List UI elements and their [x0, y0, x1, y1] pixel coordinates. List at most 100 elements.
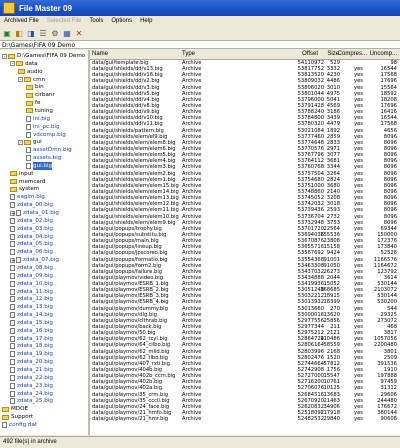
- tree-item[interactable]: - gui: [18, 138, 42, 146]
- folder-tree[interactable]: - D:\Games\FIFA 09 Demo - data audio - cmn bin c…: [0, 50, 90, 435]
- tree-item[interactable]: gui.big: [26, 161, 53, 170]
- file-type: Archive: [182, 416, 202, 423]
- expand-toggle-icon[interactable]: -: [18, 77, 23, 83]
- settings-icon[interactable]: ⚙: [50, 28, 60, 38]
- tree-item[interactable]: clrbanr: [26, 91, 55, 99]
- tree-item[interactable]: + zdata_07.big: [10, 256, 59, 264]
- tree-item[interactable]: zdata_25.big: [10, 397, 53, 405]
- tree-item[interactable]: zdata_13.big: [10, 303, 53, 311]
- col-header-compressed[interactable]: Compres...: [338, 51, 367, 57]
- toolbar: ▣ ◧ ◨ ☰ ⚙ ▦ ✕: [0, 27, 400, 39]
- file-icon: [10, 194, 15, 201]
- col-header-offset[interactable]: Offset: [302, 51, 318, 57]
- tree-item[interactable]: memcard: [10, 178, 46, 186]
- tree-item-label: Support: [11, 414, 34, 421]
- col-header-type[interactable]: Type: [182, 51, 195, 57]
- tree-item[interactable]: input: [10, 170, 33, 178]
- file-icon: [10, 249, 15, 256]
- delete-icon[interactable]: ✕: [74, 28, 84, 38]
- folder-icon: [2, 414, 9, 420]
- file-icon: [26, 131, 31, 138]
- expand-toggle-icon[interactable]: +: [10, 210, 15, 216]
- col-header-name[interactable]: Name: [92, 51, 108, 57]
- tree-item[interactable]: zdata_03.big: [10, 225, 53, 233]
- add-files-icon[interactable]: ◨: [26, 28, 36, 38]
- tree-item[interactable]: assets.big: [26, 154, 61, 162]
- tree-item[interactable]: zdata_08.big: [10, 264, 53, 272]
- tree-item[interactable]: config.dat: [2, 421, 37, 429]
- tree-item[interactable]: zdata_20.big: [10, 358, 53, 366]
- expand-toggle-icon[interactable]: -: [18, 139, 23, 145]
- tree-item[interactable]: zdata_10.big: [10, 280, 53, 288]
- menu-help[interactable]: Help: [136, 18, 156, 24]
- tree-item[interactable]: + zdata_01.big: [10, 209, 59, 217]
- tree-item[interactable]: Support: [2, 413, 33, 421]
- file-icon: [10, 241, 15, 248]
- tree-item[interactable]: - cmn: [18, 76, 45, 84]
- tree-item[interactable]: zdata_14.big: [10, 311, 53, 319]
- tree-item[interactable]: vdcomp.big: [26, 131, 66, 139]
- tree-item[interactable]: - D:\Games\FIFA 09 Demo: [2, 52, 85, 60]
- col-header-uncompressed[interactable]: Uncomp...: [370, 51, 397, 57]
- tree-item[interactable]: zdata_09.big: [10, 272, 53, 280]
- tree-item-label: D:\Games\FIFA 09 Demo: [17, 53, 86, 59]
- tree-item[interactable]: fe: [26, 99, 40, 107]
- tree-item[interactable]: zdata_15.big: [10, 319, 53, 327]
- menu-tools[interactable]: Tools: [85, 18, 107, 24]
- extract-icon[interactable]: ◧: [14, 28, 24, 38]
- grid-icon[interactable]: ▦: [62, 28, 72, 38]
- tree-item[interactable]: zdata_06.big: [10, 248, 53, 256]
- menu-archived-file[interactable]: Archived File: [0, 18, 43, 24]
- tree-item[interactable]: MDOE: [2, 405, 28, 413]
- tree-item[interactable]: zdata_19.big: [10, 350, 53, 358]
- tree-item[interactable]: ini_pc.big: [26, 123, 60, 131]
- tree-item-label: zdata_20.big: [17, 359, 53, 366]
- window-title: File Master 09: [19, 3, 72, 13]
- tree-item[interactable]: tuning: [26, 107, 53, 115]
- list-header: Name Type Offset Size Compres... Uncomp.…: [90, 50, 400, 60]
- tree-item[interactable]: zdata_24.big: [10, 390, 53, 398]
- tree-item[interactable]: eaglm.big: [10, 193, 45, 201]
- tree-item[interactable]: system: [10, 185, 39, 193]
- tree-item[interactable]: zdata_02.big: [10, 217, 53, 225]
- tree-item-label: clrbanr: [35, 92, 55, 99]
- file-icon: [26, 123, 31, 130]
- folder-icon: [26, 84, 33, 90]
- file-icon: [10, 359, 15, 366]
- tree-item[interactable]: zdata_22.big: [10, 374, 53, 382]
- tree-item[interactable]: - data: [10, 60, 38, 68]
- tree-item-label: ini_pc.big: [33, 123, 60, 130]
- tree-item[interactable]: zdata_00.big: [10, 201, 53, 209]
- tree-item[interactable]: zdata_11.big: [10, 288, 53, 296]
- tree-item[interactable]: ini.big: [26, 115, 50, 123]
- tree-item[interactable]: zdata_23.big: [10, 382, 53, 390]
- file-list: Name Type Offset Size Compres... Uncomp.…: [90, 50, 400, 435]
- tree-item[interactable]: zdata_17.big: [10, 335, 53, 343]
- tree-item[interactable]: zdata_18.big: [10, 342, 53, 350]
- table-row[interactable]: data/gui/playmov/21_hmr.big Archive 524825…: [90, 416, 400, 422]
- tree-item[interactable]: zdata_05.big: [10, 240, 53, 248]
- tree-item-label: zdata_21.big: [17, 367, 53, 373]
- tree-item[interactable]: assetDmn.big: [26, 146, 72, 154]
- menu-selected-file[interactable]: Selected File: [43, 18, 86, 24]
- file-icon: [10, 217, 15, 224]
- list-icon[interactable]: ☰: [38, 28, 48, 38]
- tree-item-label: bin: [35, 84, 44, 91]
- tree-item-label: zdata_23.big: [17, 382, 53, 389]
- menu-options[interactable]: Options: [107, 18, 136, 24]
- tree-item[interactable]: zdata_21.big: [10, 366, 53, 374]
- tree-item-label: gui: [33, 139, 42, 146]
- tree-item-label: config.dat: [9, 421, 38, 428]
- tree-item[interactable]: zdata_12.big: [10, 295, 53, 303]
- tree-item[interactable]: zdata_16.big: [10, 327, 53, 335]
- file-icon: [10, 225, 15, 232]
- tree-item[interactable]: bin: [26, 83, 44, 91]
- tree-item[interactable]: audio: [18, 68, 43, 76]
- tree-item[interactable]: zdata_04.big: [10, 233, 53, 241]
- file-icon: [10, 351, 15, 358]
- expand-toggle-icon[interactable]: -: [2, 53, 7, 59]
- expand-toggle-icon[interactable]: +: [10, 257, 15, 263]
- open-archive-icon[interactable]: ▣: [2, 28, 12, 38]
- expand-toggle-icon[interactable]: -: [10, 61, 15, 67]
- tree-item-label: eaglm.big: [17, 194, 45, 201]
